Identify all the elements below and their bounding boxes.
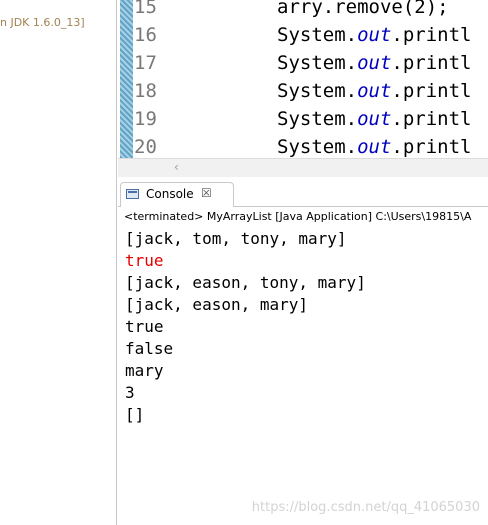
package-explorer-pane: n JDK 1.6.0_13] (0, 0, 117, 525)
code-field-keyword: out (357, 52, 392, 74)
line-number: 19 (134, 108, 157, 130)
code-text[interactable]: System.out.printl (277, 77, 471, 105)
code-field-keyword: out (357, 24, 392, 46)
code-text[interactable]: System.out.printl (277, 49, 471, 77)
code-prefix: System. (277, 24, 358, 46)
console-status-text: <terminated> MyArrayList [Java Applicati… (124, 210, 472, 223)
line-number: 18 (134, 80, 157, 102)
console-stdout-line: mary (125, 361, 164, 380)
watermark: https://blog.csdn.net/qq_41065030 (251, 500, 480, 515)
code-suffix: .printl (391, 80, 472, 102)
code-text[interactable]: arry.remove(2); (277, 0, 449, 21)
code-prefix: System. (277, 80, 358, 102)
console-stdout-line: false (125, 339, 174, 358)
line-number: 20 (134, 136, 157, 158)
console-icon (126, 189, 139, 199)
console-stdout-line: [jack, eason, mary] (125, 295, 309, 314)
console-tab-bar: Console ☒ (118, 180, 488, 207)
console-stdout-line: [] (125, 405, 145, 424)
console-output[interactable]: [jack, tom, tony, mary] true [jack, eason,… (118, 227, 488, 525)
console-stdout-line: [jack, eason, tony, mary] (125, 273, 366, 292)
line-number: 15 (134, 0, 157, 18)
code-text[interactable]: System.out.printl (277, 105, 471, 133)
code-field-keyword: out (357, 136, 392, 158)
code-suffix: .printl (391, 52, 472, 74)
code-prefix: System. (277, 136, 358, 158)
scroll-left-icon[interactable]: ‹ (174, 160, 179, 174)
code-suffix: .printl (391, 108, 472, 130)
editor-horizontal-scrollbar[interactable]: ‹ (118, 158, 488, 177)
console-stderr-line: true (125, 251, 164, 270)
close-icon[interactable]: ☒ (201, 186, 212, 200)
code-prefix: System. (277, 108, 358, 130)
console-stdout-line: [jack, tom, tony, mary] (125, 229, 347, 248)
console-stdout-line: true (125, 317, 164, 336)
code-text[interactable]: System.out.printl (277, 21, 471, 49)
code-editor[interactable]: 15 arry.remove(2); 16 System.out.printl 17 Sy… (118, 0, 488, 158)
tab-console[interactable]: Console ☒ (120, 182, 234, 207)
code-prefix: arry.remove(2); (277, 0, 449, 18)
line-number: 17 (134, 52, 157, 74)
jdk-library-label[interactable]: n JDK 1.6.0_13] (0, 16, 85, 29)
line-number: 16 (134, 24, 157, 46)
code-suffix: .printl (391, 24, 472, 46)
code-field-keyword: out (357, 108, 392, 130)
console-stdout-line: 3 (125, 383, 135, 402)
editor-ruler (120, 0, 133, 158)
code-suffix: .printl (391, 136, 472, 158)
code-prefix: System. (277, 52, 358, 74)
tab-console-label: Console (146, 187, 194, 201)
code-text[interactable]: System.out.printl (277, 133, 471, 158)
code-field-keyword: out (357, 80, 392, 102)
